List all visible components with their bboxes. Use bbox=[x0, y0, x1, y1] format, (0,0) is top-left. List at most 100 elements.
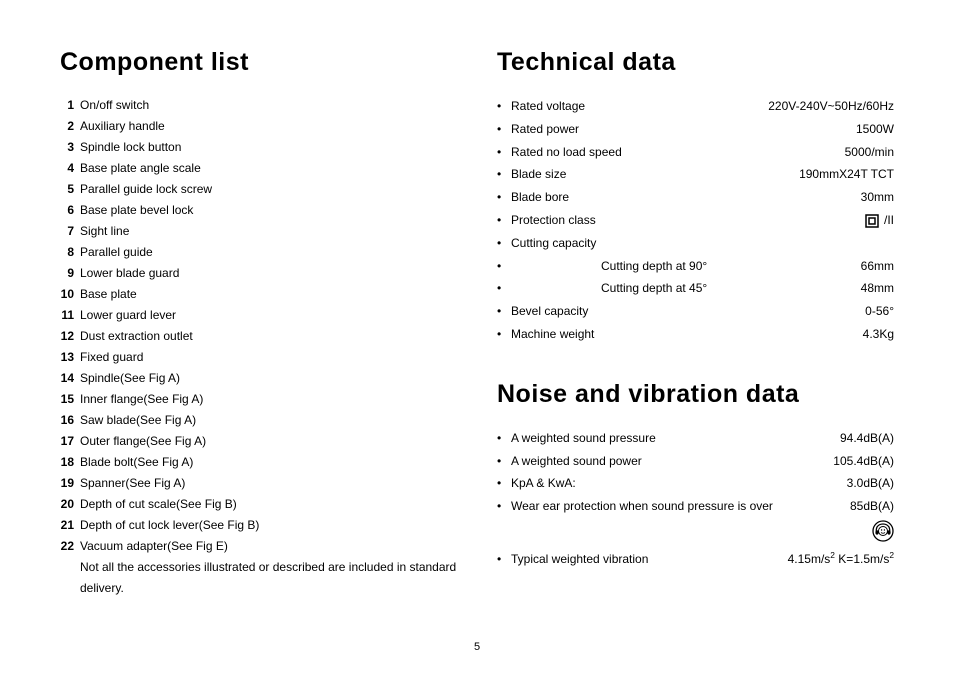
component-number: 5 bbox=[60, 179, 80, 200]
component-label: Vacuum adapter(See Fig E) bbox=[80, 536, 457, 557]
component-item: 11Lower guard lever bbox=[60, 305, 457, 326]
component-item: 8Parallel guide bbox=[60, 242, 457, 263]
spec-value: 0-56° bbox=[865, 300, 894, 323]
component-label: Inner flange(See Fig A) bbox=[80, 389, 457, 410]
component-item: 7Sight line bbox=[60, 221, 457, 242]
component-label: Sight line bbox=[80, 221, 457, 242]
spec-value: 48mm bbox=[861, 277, 894, 300]
bullet-icon: • bbox=[497, 209, 511, 232]
component-label: Spindle lock button bbox=[80, 137, 457, 158]
spec-value: 190mmX24T TCT bbox=[799, 163, 894, 186]
component-item: 21Depth of cut lock lever(See Fig B) bbox=[60, 515, 457, 536]
double-insulation-icon bbox=[865, 214, 879, 228]
component-number: 15 bbox=[60, 389, 80, 410]
component-label: Parallel guide lock screw bbox=[80, 179, 457, 200]
component-item: 4Base plate angle scale bbox=[60, 158, 457, 179]
spec-value: 66mm bbox=[861, 255, 894, 278]
spec-row: •Rated voltage 220V-240V~50Hz/60Hz bbox=[497, 95, 894, 118]
spec-key: KpA & KwA: bbox=[511, 472, 576, 495]
spec-row: •Protection class /II bbox=[497, 209, 894, 232]
bullet-icon: • bbox=[497, 118, 511, 141]
component-label: Depth of cut lock lever(See Fig B) bbox=[80, 515, 457, 536]
component-label: Base plate bbox=[80, 284, 457, 305]
spec-value: 94.4dB(A) bbox=[840, 427, 894, 450]
spec-key: Rated voltage bbox=[511, 95, 585, 118]
component-item: 19Spanner(See Fig A) bbox=[60, 473, 457, 494]
component-item: 3Spindle lock button bbox=[60, 137, 457, 158]
component-number: 18 bbox=[60, 452, 80, 473]
bullet-icon: • bbox=[497, 255, 511, 278]
spec-key: Cutting capacity bbox=[511, 232, 596, 255]
component-item: 22Vacuum adapter(See Fig E) bbox=[60, 536, 457, 557]
spec-row: •Machine weight 4.3Kg bbox=[497, 323, 894, 346]
spec-key: Typical weighted vibration bbox=[511, 548, 648, 571]
spec-key: Machine weight bbox=[511, 323, 594, 346]
component-item: 16Saw blade(See Fig A) bbox=[60, 410, 457, 431]
spec-value: 220V-240V~50Hz/60Hz bbox=[768, 95, 894, 118]
component-number: 20 bbox=[60, 494, 80, 515]
component-number: 12 bbox=[60, 326, 80, 347]
spec-value: 4.15m/s2 K=1.5m/s2 bbox=[788, 548, 894, 571]
spec-key: Protection class bbox=[511, 209, 596, 232]
component-number: 16 bbox=[60, 410, 80, 431]
spec-row: •KpA & KwA: 3.0dB(A) bbox=[497, 472, 894, 495]
component-label: Lower blade guard bbox=[80, 263, 457, 284]
component-label: Outer flange(See Fig A) bbox=[80, 431, 457, 452]
spec-key: Wear ear protection when sound pressure … bbox=[511, 495, 773, 518]
component-number: 7 bbox=[60, 221, 80, 242]
spec-value: 4.3Kg bbox=[863, 323, 894, 346]
spec-row: •A weighted sound power105.4dB(A) bbox=[497, 450, 894, 473]
spec-value: 85dB(A) bbox=[850, 495, 894, 518]
noise-vibration-heading: Noise and vibration data bbox=[497, 380, 894, 409]
component-item: 9Lower blade guard bbox=[60, 263, 457, 284]
bullet-icon: • bbox=[497, 548, 511, 571]
spec-row: •Blade size190mmX24T TCT bbox=[497, 163, 894, 186]
component-number: 10 bbox=[60, 284, 80, 305]
spec-value: 1500W bbox=[856, 118, 894, 141]
component-number: 6 bbox=[60, 200, 80, 221]
component-number: 22 bbox=[60, 536, 80, 557]
component-item: 20Depth of cut scale(See Fig B) bbox=[60, 494, 457, 515]
component-item: 14Spindle(See Fig A) bbox=[60, 368, 457, 389]
component-item: 12Dust extraction outlet bbox=[60, 326, 457, 347]
component-label: Spindle(See Fig A) bbox=[80, 368, 457, 389]
component-number: 17 bbox=[60, 431, 80, 452]
spec-key: A weighted sound pressure bbox=[511, 427, 656, 450]
component-item: 13Fixed guard bbox=[60, 347, 457, 368]
spec-row: •Cutting capacity bbox=[497, 232, 894, 255]
component-label: On/off switch bbox=[80, 95, 457, 116]
bullet-icon: • bbox=[497, 141, 511, 164]
spec-row: •Bevel capacity0-56° bbox=[497, 300, 894, 323]
component-number: 1 bbox=[60, 95, 80, 116]
component-number: 13 bbox=[60, 347, 80, 368]
component-number: 19 bbox=[60, 473, 80, 494]
ear-protection-icon bbox=[872, 520, 894, 542]
bullet-icon: • bbox=[497, 95, 511, 118]
component-item: 1On/off switch bbox=[60, 95, 457, 116]
component-label: Blade bolt(See Fig A) bbox=[80, 452, 457, 473]
component-label: Saw blade(See Fig A) bbox=[80, 410, 457, 431]
bullet-icon: • bbox=[497, 186, 511, 209]
bullet-icon: • bbox=[497, 427, 511, 450]
bullet-icon: • bbox=[497, 472, 511, 495]
spec-value: 105.4dB(A) bbox=[833, 450, 894, 473]
accessory-note: Not all the accessories illustrated or d… bbox=[60, 557, 457, 599]
spec-key: Bevel capacity bbox=[511, 300, 588, 323]
component-list-heading: Component list bbox=[60, 48, 457, 77]
page-columns: Component list 1On/off switch2Auxiliary … bbox=[60, 48, 894, 599]
bullet-icon: • bbox=[497, 323, 511, 346]
spec-row: •Cutting depth at 45°48mm bbox=[497, 277, 894, 300]
spec-key: Cutting depth at 45° bbox=[511, 277, 707, 300]
component-label: Spanner(See Fig A) bbox=[80, 473, 457, 494]
page-number: 5 bbox=[0, 641, 954, 653]
component-number: 14 bbox=[60, 368, 80, 389]
spec-value: 3.0dB(A) bbox=[847, 472, 894, 495]
noise-vibration-list: •A weighted sound pressure94.4dB(A)•A we… bbox=[497, 427, 894, 571]
spec-row: •Wear ear protection when sound pressure… bbox=[497, 495, 894, 518]
component-item: 15Inner flange(See Fig A) bbox=[60, 389, 457, 410]
spec-value: 30mm bbox=[861, 186, 894, 209]
bullet-icon: • bbox=[497, 495, 511, 518]
component-number: 11 bbox=[60, 305, 80, 326]
component-label: Base plate angle scale bbox=[80, 158, 457, 179]
spec-key: A weighted sound power bbox=[511, 450, 642, 473]
